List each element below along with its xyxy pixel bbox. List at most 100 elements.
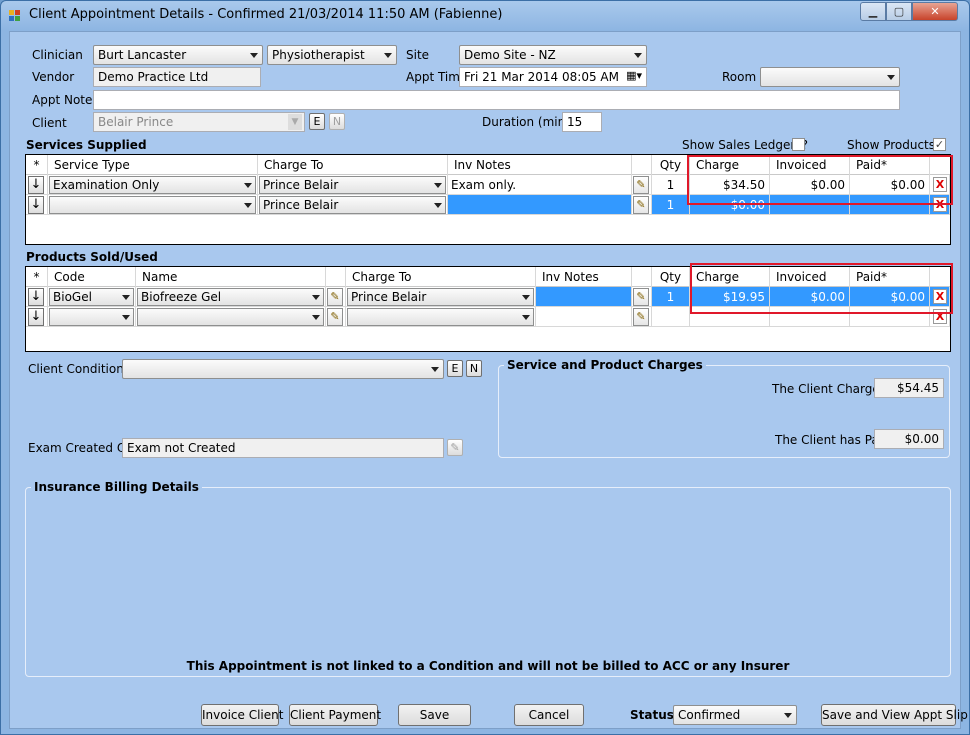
arrow-down-icon[interactable]: ↓ [28,176,44,194]
exam-created-label: Exam Created On [28,441,134,455]
clinician-select[interactable]: Burt Lancaster [93,45,263,65]
row-cell: Examination Only [48,175,258,195]
charge-to-select[interactable]: Prince Belair [347,288,534,306]
insurance-message: This Appointment is not linked to a Cond… [186,659,790,673]
arrow-down-icon[interactable]: ↓ [28,308,44,326]
highlight-box [687,155,953,205]
condition-edit-button[interactable]: E [447,360,463,377]
chevron-down-icon [634,53,642,58]
status-select[interactable]: Confirmed [673,705,797,725]
chevron-down-icon [244,183,252,188]
client-payment-button[interactable]: Client Payment [289,704,381,726]
duration-field[interactable]: 15 [562,112,602,132]
row-cell: ↓ [26,307,48,327]
role-select[interactable]: Physiotherapist [267,45,397,65]
qty-cell[interactable] [652,307,690,327]
client-condition-select[interactable] [122,359,444,379]
service-type-select[interactable]: Examination Only [49,176,256,194]
services-title: Services Supplied [26,138,147,152]
chevron-down-icon [384,53,392,58]
close-button[interactable]: ✕ [912,2,958,21]
chevron-down-icon [434,203,442,208]
show-sales-label: Show Sales Ledgers? [682,138,808,152]
chevron-down-icon [312,295,320,300]
chevron-down-icon [244,203,252,208]
chevron-down-icon [122,315,130,320]
room-select[interactable] [760,67,900,87]
col-qty: Qty [652,155,690,175]
qty-cell[interactable]: 1 [652,195,690,215]
save-and-view-button[interactable]: Save and View Appt Slip [821,704,968,726]
col-qty: Qty [652,267,690,287]
client-paid-field: $0.00 [874,429,944,449]
product-name-select[interactable]: Biofreeze Gel [137,288,324,306]
row-cell [136,307,326,327]
row-cell: ↓ [26,287,48,307]
charge-to-select[interactable] [347,308,534,326]
invoice-client-button[interactable]: Invoice Client [201,704,283,726]
chevron-down-icon [784,713,792,718]
inv-notes-cell[interactable] [536,307,632,327]
client-field: Belair Prince ▼ [93,112,305,132]
pencil-icon[interactable]: ✎ [327,288,343,306]
col-inv-notes: Inv Notes [448,155,632,175]
site-select[interactable]: Demo Site - NZ [459,45,647,65]
pencil-icon[interactable]: ✎ [633,176,649,194]
arrow-down-icon[interactable]: ↓ [28,196,44,214]
calendar-icon[interactable]: ▦▾ [626,69,642,82]
appt-time-picker[interactable]: Fri 21 Mar 2014 08:05 AM ▦▾ [459,67,647,87]
charge-to-select[interactable]: Prince Belair [259,176,446,194]
arrow-down-icon[interactable]: ↓ [28,288,44,306]
pencil-icon[interactable]: ✎ [633,288,649,306]
col-name: Name [136,267,326,287]
row-cell: ↓ [26,195,48,215]
pencil-icon[interactable]: ✎ [633,308,649,326]
cancel-button[interactable]: Cancel [514,704,584,726]
code-select[interactable] [49,308,134,326]
exam-created-field: Exam not Created [122,438,444,458]
qty-cell[interactable]: 1 [652,287,690,307]
charge-to-select[interactable]: Prince Belair [259,196,446,214]
chevron-down-icon [312,315,320,320]
maximize-button[interactable]: ▢ [886,2,912,21]
row-cell [48,195,258,215]
client-edit-button[interactable]: E [309,113,325,130]
qty-cell[interactable]: 1 [652,175,690,195]
show-sales-checkbox[interactable] [792,138,805,151]
col-blank [326,267,346,287]
chevron-down-icon [522,295,530,300]
client-label: Client [32,116,67,130]
row-cell: Prince Belair [258,195,448,215]
row-cell [48,307,136,327]
client-area: Clinician Burt Lancaster Physiotherapist… [9,31,968,729]
show-products-checkbox[interactable]: ✓ [933,138,946,151]
row-cell: ✎ [632,287,652,307]
minimize-button[interactable]: ▁ [860,2,886,21]
highlight-box [690,263,953,314]
appt-notes-field[interactable] [93,90,900,110]
col-inv-notes: Inv Notes [536,267,632,287]
col-charge-to: Charge To [346,267,536,287]
inv-notes-cell[interactable]: Exam only. [448,175,632,195]
save-button[interactable]: Save [398,704,471,726]
pencil-icon[interactable]: ✎ [633,196,649,214]
chevron-down-icon [887,75,895,80]
product-name-select[interactable] [137,308,324,326]
row-cell [346,307,536,327]
insurance-title: Insurance Billing Details [31,480,202,494]
service-type-select[interactable] [49,196,256,214]
chevron-down-icon [250,53,258,58]
col-service-type: Service Type [48,155,258,175]
inv-notes-cell[interactable] [536,287,632,307]
pencil-icon[interactable]: ✎ [327,308,343,326]
products-title: Products Sold/Used [26,250,158,264]
row-cell: Biofreeze Gel [136,287,326,307]
show-products-label: Show Products? [847,138,942,152]
chevron-down-icon [122,295,130,300]
code-select[interactable]: BioGel [49,288,134,306]
col-blank [632,267,652,287]
inv-notes-cell[interactable] [448,195,632,215]
condition-new-button[interactable]: N [466,360,482,377]
status-label: Status [630,708,674,722]
chevron-down-icon [522,315,530,320]
